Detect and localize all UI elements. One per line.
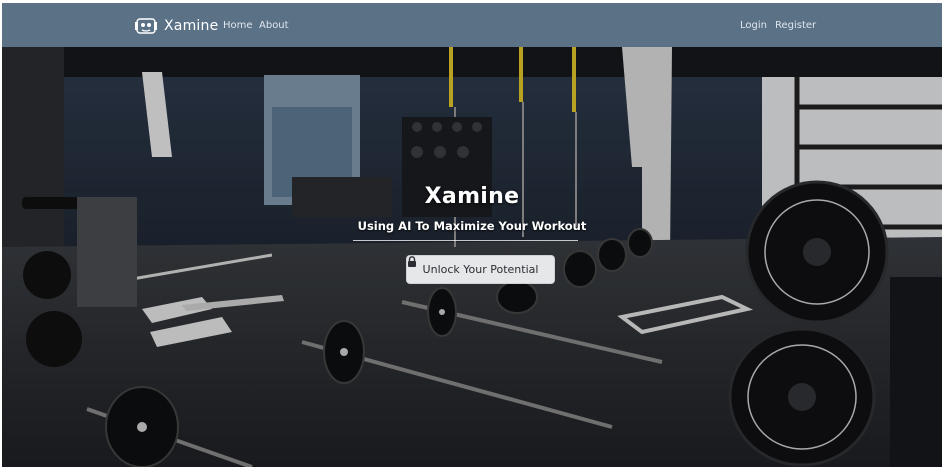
nav-link-home[interactable]: Home [223,20,253,31]
nav-link-register[interactable]: Register [775,20,816,31]
nav-link-login[interactable]: Login [740,20,767,31]
unlock-potential-button[interactable]: Unlock Your Potential [406,255,555,284]
brand-name: Xamine [164,18,219,34]
hero-title: Xamine [424,184,520,209]
hero-section: Xamine Using AI To Maximize Your Workout… [2,47,942,467]
navbar: Xamine Home About Login Register [2,3,942,47]
hero-subtitle: Using AI To Maximize Your Workout [357,219,587,233]
lock-icon [408,256,416,267]
hero-divider [353,240,578,241]
nav-link-about[interactable]: About [259,20,289,31]
dumbbell-logo-icon [135,18,157,34]
unlock-potential-label: Unlock Your Potential [422,263,539,276]
brand[interactable]: Xamine [134,14,218,38]
